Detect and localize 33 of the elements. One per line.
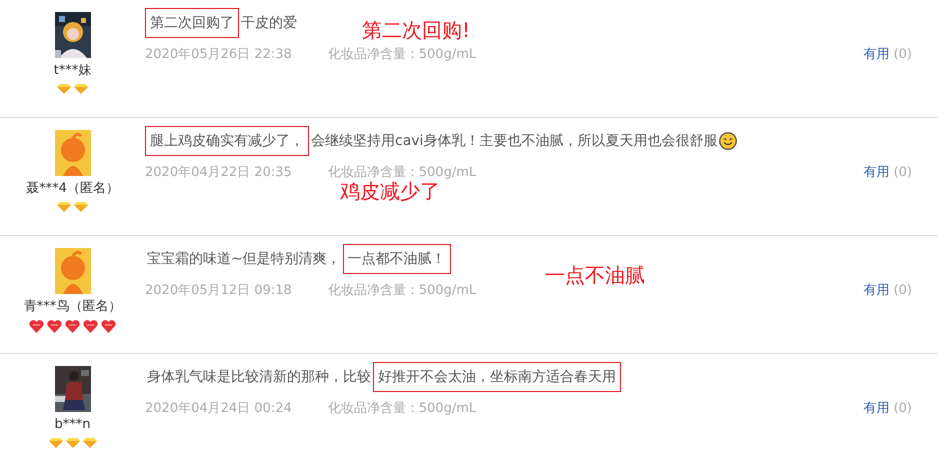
highlighted-text: 好推开不会太油，坐标南方适合春天用 — [373, 362, 621, 392]
user-name: 聂***4（匿名） — [26, 180, 119, 198]
highlighted-text: 腿上鸡皮确实有减少了， — [145, 126, 309, 156]
useful-link[interactable]: 有用 — [864, 400, 890, 418]
review-text: 身体乳气味是比较清新的那种，比较 — [146, 368, 372, 387]
review-date: 2020年04月24日 00:24 — [145, 400, 292, 418]
review-date: 2020年05月26日 22:38 — [145, 46, 292, 64]
useful-link[interactable]: 有用 — [864, 46, 890, 64]
useful-count: (0) — [894, 164, 912, 182]
product-spec: 化妆品净含量：500g/mL — [328, 282, 476, 300]
annotation-text: 鸡皮减少了 — [340, 180, 440, 203]
useful-link[interactable]: 有用 — [864, 164, 890, 182]
highlighted-text: 一点都不油腻！ — [342, 244, 451, 274]
product-spec: 化妆品净含量：500g/mL — [328, 46, 476, 64]
useful-count: (0) — [894, 400, 912, 418]
review-date: 2020年05月12日 09:18 — [145, 282, 292, 300]
useful-link[interactable]: 有用 — [864, 282, 890, 300]
review-text: 会继续坚持用cavi身体乳！主要也不油腻，所以夏天用也会很舒服 — [310, 132, 718, 151]
product-spec: 化妆品净含量：500g/mL — [328, 164, 476, 182]
user-name: t***妹 — [54, 62, 92, 80]
avatar-icon — [54, 248, 90, 294]
review-date: 2020年04月22日 20:35 — [145, 164, 292, 182]
annotation-text: 一点不油腻 — [545, 264, 645, 287]
user-name: 青***鸟（匿名） — [24, 298, 122, 316]
review-text: 干皮的爱 — [240, 14, 298, 33]
product-spec: 化妆品净含量：500g/mL — [328, 400, 476, 418]
annotation-text: 第二次回购! — [362, 19, 470, 42]
user-name: b***n — [54, 416, 90, 434]
avatar-icon — [54, 130, 90, 176]
review-text: 宝宝霜的味道~但是特别清爽， — [146, 250, 342, 269]
useful-count: (0) — [894, 282, 912, 300]
useful-count: (0) — [894, 46, 912, 64]
highlighted-text: 第二次回购了 — [145, 8, 239, 38]
